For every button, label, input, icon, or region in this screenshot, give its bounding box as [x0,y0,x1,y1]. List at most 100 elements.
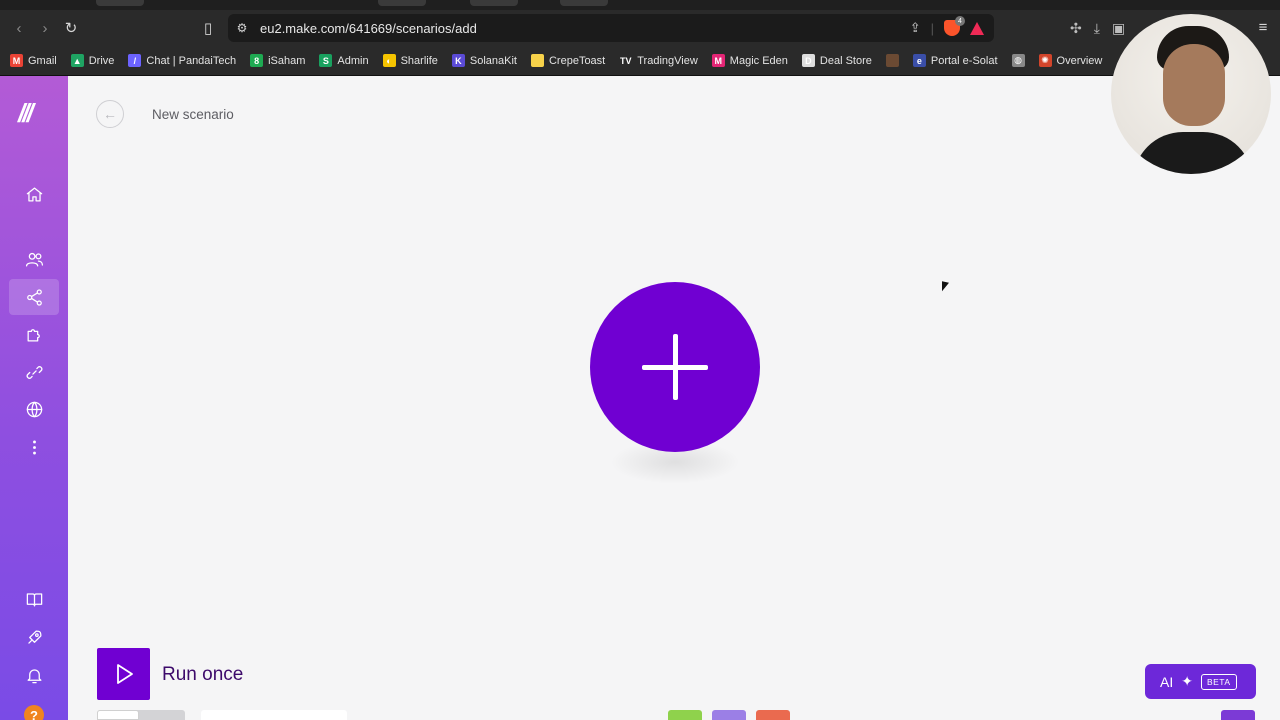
sharlife-icon: ◐ [382,54,396,67]
team-icon[interactable] [9,241,59,277]
magic-eden-icon: M [711,54,725,67]
profile-bookmark-icon [885,54,899,67]
bookmark-item[interactable]: S Admin [319,54,369,67]
connections-icon[interactable] [9,354,59,390]
bottom-toolbar [97,708,1280,720]
mouse-cursor [942,281,949,293]
browser-tab[interactable] [96,0,144,6]
bookmark-item[interactable]: TV TradingView [619,54,698,67]
sparkle-icon: ✦ [1181,673,1193,689]
toggle-knob [97,710,139,720]
bookmark-label: SolanaKit [469,54,517,67]
brave-shields-icon[interactable]: 4 [944,16,965,36]
extensions-icon[interactable]: ✣ [1070,20,1082,37]
divider: | [930,20,934,36]
app-sidebar: /// ? [0,76,68,720]
overview-icon: ✺ [1038,54,1052,67]
bookmark-item[interactable]: D Deal Store [801,54,872,67]
bookmark-label: TradingView [637,54,698,67]
flow-control-icon[interactable] [712,710,746,720]
home-icon[interactable] [9,176,59,212]
address-bar[interactable]: ⚙ eu2.make.com/641669/scenarios/add ⇪ | … [228,14,994,42]
bookmark-icon[interactable]: ▯ [195,15,221,41]
bookmark-label: Overview [1056,54,1103,67]
menu-icon[interactable]: ≡ [1250,14,1276,40]
shields-count-badge: 4 [955,16,965,26]
bookmark-item[interactable]: ◐ Sharlife [382,54,438,67]
browser-tab[interactable] [378,0,426,6]
reload-icon[interactable]: ↻ [58,15,84,41]
help-icon[interactable]: ? [24,705,44,720]
scenario-title[interactable]: New scenario [152,107,234,122]
bookmark-label: Deal Store [819,54,872,67]
bookmark-item[interactable]: e Portal e-Solat [912,54,998,67]
share-icon[interactable]: ⇪ [910,20,921,36]
bookmark-item[interactable]: ▲ Drive [70,54,115,67]
scenarios-icon[interactable] [9,279,59,315]
browser-tab[interactable] [470,0,518,6]
ai-label: AI [1160,673,1174,690]
bookmark-item[interactable]: K SolanaKit [451,54,517,67]
bookmark-label: iSaham [268,54,306,67]
webcam-person-body [1133,132,1253,174]
bookmark-item[interactable]: CrepeToast [530,54,606,67]
bookmark-label: Admin [337,54,369,67]
bookmarks-bar: M Gmail ▲ Drive / Chat | PandaiTech 8 iSaham S Ad… [0,46,1280,76]
more-vertical-icon[interactable] [9,429,59,465]
make-logo[interactable]: /// [18,98,34,129]
bookmark-item[interactable]: ◍ [1011,54,1025,67]
ai-assistant-button[interactable]: AI ✦ BETA [1145,664,1256,699]
run-once-label[interactable]: Run once [162,664,243,686]
bookmark-item[interactable]: ✺ Overview [1038,54,1103,67]
bookmark-item[interactable] [885,54,899,67]
bookmark-item[interactable]: M Gmail [10,54,57,67]
browser-toolbar: ‹ › ↻ ▯ ⚙ eu2.make.com/641669/scenarios/… [0,10,1280,46]
bookmark-label: CrepeToast [548,54,606,67]
webcam-overlay [1111,14,1271,174]
bookmark-label: Portal e-Solat [930,54,998,67]
url-text: eu2.make.com/641669/scenarios/add [260,20,477,36]
bookmark-item[interactable]: 8 iSaham [250,54,305,67]
back-arrow-icon[interactable]: ‹ [6,15,32,41]
play-icon [116,664,133,684]
chat-icon[interactable] [1221,710,1255,720]
docs-book-icon[interactable] [9,581,59,617]
bookmark-item[interactable]: / Chat | PandaiTech [128,54,236,67]
toolbar-actions: ✣ ⤓ ▣ [1070,14,1125,42]
schedule-field[interactable] [201,710,347,720]
isaham-icon: 8 [250,54,264,67]
bookmark-label: Magic Eden [729,54,788,67]
globe-bookmark-icon: ◍ [1011,54,1025,67]
arrow-left-icon: ← [103,106,117,122]
esolat-icon: e [912,54,926,67]
download-icon[interactable]: ⤓ [1094,20,1100,37]
crepetoast-icon [530,54,544,67]
templates-icon[interactable] [9,316,59,352]
run-once-button[interactable] [97,648,150,700]
sidebar-toggle-icon[interactable]: ▣ [1112,20,1125,37]
text-parser-icon[interactable] [756,710,790,720]
bookmark-label: Sharlife [400,54,438,67]
tradingview-icon: TV [619,54,633,67]
bookmark-label: Gmail [28,54,57,67]
browser-tab-strip [0,0,1280,10]
bookmark-item[interactable]: M Magic Eden [711,54,788,67]
add-module-button[interactable] [590,282,760,452]
browser-tab[interactable] [560,0,608,6]
tools-module-icon[interactable] [668,710,702,720]
plus-icon [672,334,678,400]
pandaitech-icon: / [128,54,142,67]
admin-icon: S [319,54,333,67]
brave-rewards-icon[interactable] [970,21,984,35]
drive-icon: ▲ [70,54,84,67]
beta-badge: BETA [1200,673,1237,690]
webcam-person-face [1163,44,1225,126]
rocket-icon[interactable] [9,619,59,655]
webhooks-globe-icon[interactable] [9,391,59,427]
gmail-icon: M [10,54,23,67]
back-button[interactable]: ← [96,100,124,128]
site-settings-icon[interactable]: ⚙ [232,15,252,41]
bookmark-label: Drive [88,54,115,67]
notifications-bell-icon[interactable] [9,657,59,693]
forward-arrow-icon[interactable]: › [32,15,58,41]
